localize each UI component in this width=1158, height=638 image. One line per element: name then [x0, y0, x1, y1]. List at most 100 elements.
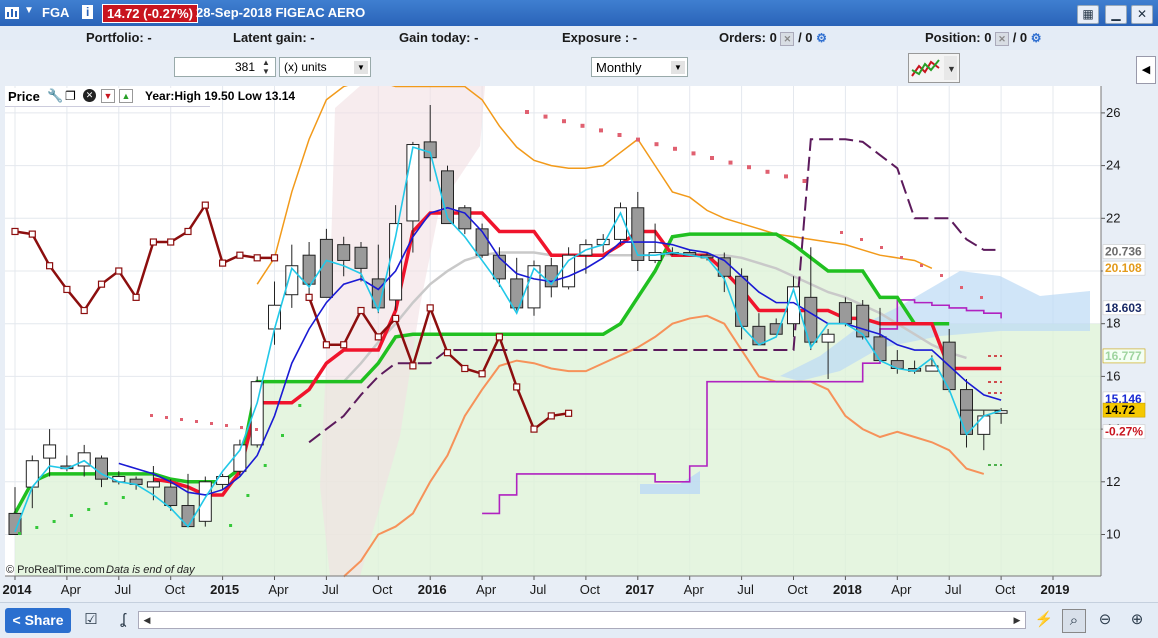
- projection-dot: [617, 133, 622, 137]
- units-select[interactable]: (x) units ▼: [279, 57, 371, 77]
- cancel-orders-icon[interactable]: ✕: [780, 31, 795, 46]
- candle-body: [146, 481, 160, 488]
- marker-point: [63, 285, 71, 294]
- x-tick-label: Oct: [787, 582, 808, 597]
- projection-dot: [654, 142, 659, 147]
- x-tick-label: Oct: [165, 582, 186, 597]
- scroll-left-icon[interactable]: ◀: [140, 613, 154, 627]
- marker-point: [495, 333, 503, 341]
- projection-dot: [691, 151, 696, 156]
- axis-value-text: 20.736: [1105, 245, 1142, 259]
- chart-scrollbar[interactable]: ◀ ▶: [138, 611, 1026, 629]
- projection-dot: [636, 137, 640, 142]
- marker-point: [28, 230, 36, 238]
- chart-app-icon: [5, 7, 19, 19]
- projection-dot: [580, 123, 585, 128]
- marker-point: [80, 306, 88, 315]
- axis-value-label: -0.27%: [1102, 424, 1146, 440]
- keyboard-icon[interactable]: ▦: [1077, 5, 1099, 24]
- indicator-icon[interactable]: ⚡: [1033, 609, 1055, 631]
- projection-dot: [710, 156, 714, 160]
- minimize-icon[interactable]: ▁: [1105, 5, 1127, 24]
- axis-value-text: 20.108: [1105, 261, 1142, 275]
- zoom-in-icon[interactable]: ⊕: [1126, 609, 1148, 631]
- x-tick-label: Jul: [322, 582, 339, 597]
- orders-total: / 0: [798, 30, 813, 45]
- position-count: Position: 0: [925, 30, 992, 45]
- exposure-label: Exposure : -: [562, 30, 638, 45]
- marker-point: [253, 254, 261, 262]
- x-tick-label: 2014: [3, 582, 33, 597]
- arrow-up-icon[interactable]: ▲: [119, 89, 133, 103]
- axis-value-label: 20.736: [1102, 244, 1146, 259]
- orders-label: Orders: 0 ✕ / 0 ⚙: [719, 30, 827, 46]
- y-tick-label: 26: [1106, 105, 1120, 120]
- x-tick-label: Apr: [891, 582, 912, 597]
- y-tick-label: 12: [1106, 474, 1120, 489]
- projection-dot: [525, 110, 529, 114]
- chevron-down-icon: ▼: [354, 61, 368, 74]
- axis-value-text: 16.777: [1105, 349, 1142, 363]
- x-tick-label: Apr: [684, 582, 705, 597]
- info-icon[interactable]: i: [82, 5, 94, 19]
- x-tick-label: Oct: [995, 582, 1016, 597]
- projection-dot: [880, 246, 883, 249]
- axis-value-label: 16.777: [1102, 348, 1146, 364]
- zoom-fit-icon[interactable]: ⌕: [1062, 609, 1086, 633]
- candle: [475, 223, 489, 258]
- position-total: / 0: [1012, 30, 1028, 45]
- arrow-down-icon[interactable]: ▼: [101, 89, 115, 103]
- watermark: © ProRealTime.com: [6, 564, 105, 576]
- x-tick-label: 2016: [418, 582, 447, 597]
- gear-icon[interactable]: ⚙: [1031, 31, 1042, 45]
- x-tick-label: 2019: [1041, 582, 1070, 597]
- marker-point: [409, 362, 417, 370]
- projection-dot: [225, 424, 228, 427]
- close-position-icon[interactable]: ✕: [995, 31, 1010, 46]
- clipboard-check-icon[interactable]: ☑: [80, 609, 102, 631]
- marker-point: [513, 383, 521, 391]
- y-tick-label: 22: [1106, 210, 1120, 225]
- chevron-down-icon: ▼: [671, 61, 685, 74]
- projection-dot: [765, 169, 770, 174]
- close-icon[interactable]: ✕: [83, 89, 96, 102]
- x-tick-label: Jul: [114, 582, 131, 597]
- x-tick-label: 2015: [210, 582, 239, 597]
- period-select[interactable]: Monthly ▼: [591, 57, 688, 77]
- x-tick-label: 2018: [833, 582, 862, 597]
- quantity-stepper[interactable]: ▲ ▼: [262, 58, 274, 76]
- projection-dot: [920, 264, 923, 267]
- scroll-right-icon[interactable]: ▶: [1010, 613, 1024, 627]
- orders-count: Orders: 0: [719, 30, 777, 45]
- bottom-toolbar: < Share ☑ ʆ ◀ ▶ ⚡ ⌕ ⊖ ⊕: [0, 602, 1158, 638]
- zoom-out-icon[interactable]: ⊖: [1094, 609, 1116, 631]
- chevron-down-icon[interactable]: ▼: [24, 5, 34, 16]
- axis-value-label: 14.72: [1102, 402, 1146, 418]
- marker-point: [11, 227, 19, 236]
- wrench-icon[interactable]: 🔧: [47, 88, 63, 104]
- data-note: Data is end of day: [106, 564, 195, 576]
- projection-dot: [104, 502, 108, 505]
- candle-body: [198, 481, 212, 522]
- julia-script-icon[interactable]: ʆ: [112, 609, 134, 631]
- projection-dot: [298, 404, 302, 407]
- marker-point: [132, 293, 140, 301]
- y-tick-label: 16: [1106, 368, 1120, 383]
- candle-body: [631, 207, 645, 261]
- gear-icon[interactable]: ⚙: [816, 31, 827, 45]
- x-tick-label: Jul: [530, 582, 547, 597]
- collapse-panel-button[interactable]: ◀: [1136, 56, 1156, 84]
- candle-body: [977, 415, 991, 435]
- marker-point: [322, 341, 330, 349]
- marker-point: [115, 267, 123, 275]
- share-button[interactable]: < Share: [5, 608, 71, 633]
- quantity-input[interactable]: 381: [174, 57, 276, 77]
- marker-point: [270, 254, 279, 262]
- ticker-label[interactable]: FGA: [42, 5, 69, 20]
- close-icon[interactable]: ✕: [1131, 5, 1153, 24]
- projection-dot: [784, 174, 788, 179]
- candle-body: [43, 444, 57, 459]
- window-icon[interactable]: ❐: [65, 89, 76, 103]
- chart-settings-button[interactable]: ▼: [908, 53, 960, 83]
- y-tick-label: 18: [1106, 316, 1120, 331]
